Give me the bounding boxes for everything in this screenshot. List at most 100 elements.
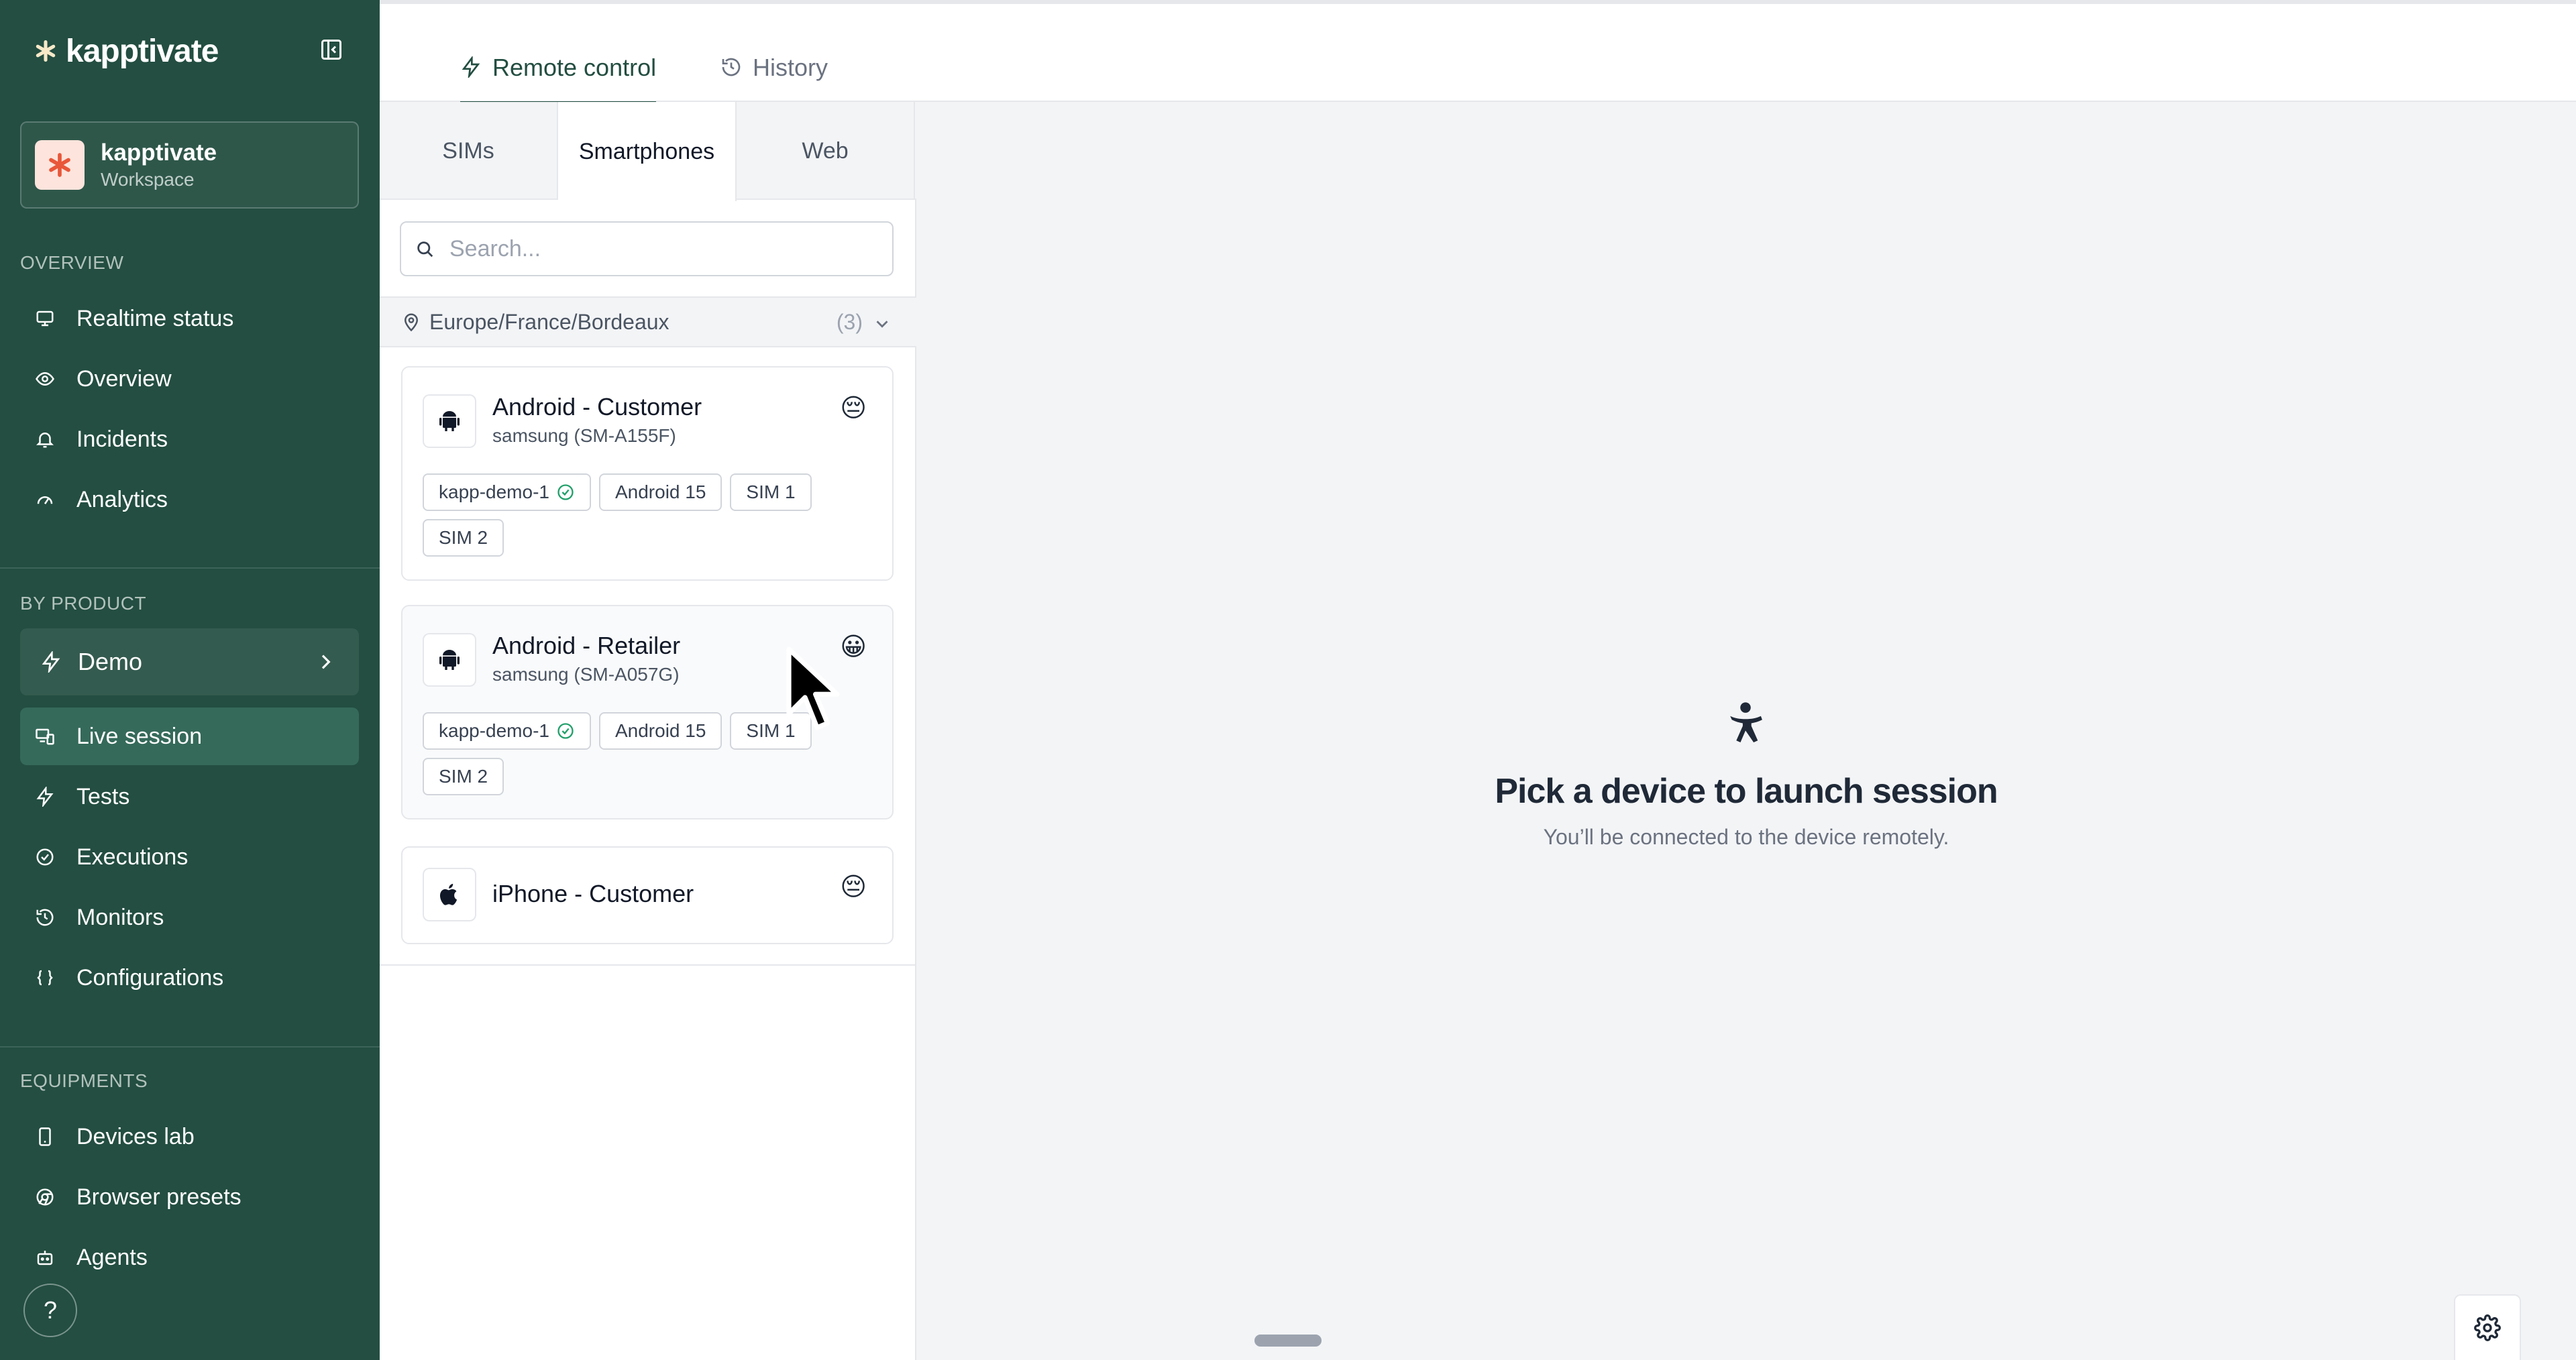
device-tags: kapp-demo-1 Android 15 SIM 1 SIM 2 [423, 712, 839, 795]
tag-agent: kapp-demo-1 [423, 712, 591, 750]
sidebar-item-label: Overview [76, 365, 172, 392]
bolt-icon [42, 651, 60, 673]
tag-sim: SIM 2 [423, 519, 504, 557]
section-label-by-product: BY PRODUCT [20, 593, 147, 614]
tag-os-version: Android 15 [598, 712, 722, 750]
asterisk-logo-icon [36, 40, 56, 62]
sidebar-item-analytics[interactable]: Analytics [20, 471, 359, 528]
workspace-switcher[interactable]: kapptivate Workspace [20, 121, 359, 209]
tag-agent: kapp-demo-1 [423, 473, 591, 511]
collapse-sidebar-button[interactable] [318, 36, 345, 63]
device-status-emoji: 😔 [840, 394, 867, 422]
sidebar-item-realtime-status[interactable]: Realtime status [20, 290, 359, 347]
check-circle-icon [36, 848, 54, 866]
sidebar-item-label: Browser presets [76, 1184, 241, 1210]
workspace-logo-icon [49, 153, 70, 177]
accessibility-person-icon [1730, 702, 1762, 743]
braces-icon [37, 970, 53, 986]
workspace-avatar [35, 140, 85, 190]
eye-icon [36, 372, 54, 386]
device-name: Android - Retailer [492, 632, 681, 659]
bell-icon [36, 433, 54, 448]
tag-sim: SIM 1 [730, 473, 812, 511]
chevron-down-icon [876, 321, 888, 328]
device-os-badge [423, 633, 476, 687]
sidebar: kapptivate kapptivate Workspace OVERVIEW… [0, 0, 380, 1360]
product-selector[interactable]: Demo [20, 628, 359, 695]
device-os-badge [423, 394, 476, 448]
device-status-emoji: 😔 [840, 873, 867, 901]
section-label-equipments: EQUIPMENTS [20, 1070, 148, 1091]
sidebar-item-agents[interactable]: Agents [20, 1229, 359, 1286]
sidebar-item-label: Realtime status [76, 305, 234, 331]
history-icon [722, 58, 741, 76]
sidebar-item-label: Live session [76, 723, 203, 749]
tab-remote-control[interactable]: Remote control [460, 51, 657, 105]
device-name: Android - Customer [492, 393, 702, 420]
sidebar-divider [0, 1046, 380, 1047]
gauge-icon [37, 496, 53, 504]
subtab-sims[interactable]: SIMs [380, 102, 558, 200]
gear-icon [2474, 1314, 2501, 1341]
top-tab-bar: Remote control History [380, 0, 2576, 105]
mouse-cursor-icon [786, 646, 840, 730]
sidebar-item-label: Devices lab [76, 1123, 195, 1149]
section-label-overview: OVERVIEW [20, 252, 124, 273]
location-path: Europe/France/Bordeaux [429, 309, 669, 334]
app-logo[interactable]: kapptivate [34, 32, 219, 70]
subtab-smartphones[interactable]: Smartphones [558, 102, 737, 201]
sidebar-item-devices-lab[interactable]: Devices lab [20, 1108, 359, 1166]
workspace-type: Workspace [101, 169, 195, 190]
logo-text: kapptivate [66, 33, 219, 69]
sidebar-item-label: Tests [76, 783, 130, 809]
empty-state-title: Pick a device to launch session [1495, 772, 1998, 811]
phone-icon [39, 1127, 51, 1146]
empty-state-subtitle: You’ll be connected to the device remote… [1543, 825, 1949, 849]
check-circle-icon [557, 484, 574, 500]
sidebar-item-executions[interactable]: Executions [20, 828, 359, 886]
sidebar-item-label: Agents [76, 1244, 148, 1270]
device-status-emoji: 😀 [840, 633, 867, 661]
chrome-icon [36, 1188, 54, 1206]
location-group-header[interactable]: Europe/France/Bordeaux (3) [380, 296, 916, 347]
monitor-icon [36, 310, 54, 327]
device-tags: kapp-demo-1 Android 15 SIM 1 SIM 2 [423, 473, 839, 557]
device-name: iPhone - Customer [492, 880, 694, 907]
session-area: Pick a device to launch session You’ll b… [916, 102, 2576, 1360]
devices-icon [36, 728, 54, 745]
sidebar-item-incidents[interactable]: Incidents [20, 410, 359, 468]
tag-sim: SIM 2 [423, 758, 504, 795]
resize-handle[interactable] [1254, 1335, 1322, 1347]
help-button[interactable]: ? [23, 1284, 77, 1337]
sidebar-item-configurations[interactable]: Configurations [20, 949, 359, 1007]
sidebar-item-label: Executions [76, 844, 189, 870]
workspace-name: kapptivate [101, 139, 217, 166]
subtab-web[interactable]: Web [737, 102, 915, 200]
tag-os-version: Android 15 [598, 473, 722, 511]
device-card-android-customer[interactable]: Android - Customer samsung (SM-A155F) 😔 … [401, 366, 894, 581]
device-model: samsung (SM-A155F) [492, 425, 676, 446]
sidebar-item-overview[interactable]: Overview [20, 350, 359, 408]
tab-label: History [753, 54, 828, 81]
sidebar-item-label: Monitors [76, 904, 164, 930]
device-search[interactable] [400, 221, 894, 276]
bolt-icon [462, 56, 480, 78]
sidebar-item-live-session[interactable]: Live session [20, 707, 359, 765]
sidebar-divider [0, 567, 380, 569]
sidebar-collapse-icon [321, 40, 341, 60]
search-input[interactable] [449, 235, 865, 262]
sidebar-item-browser-presets[interactable]: Browser presets [20, 1168, 359, 1226]
sidebar-item-monitors[interactable]: Monitors [20, 889, 359, 946]
location-device-count: (3) [836, 309, 863, 334]
tab-history[interactable]: History [720, 51, 828, 105]
sidebar-item-label: Analytics [76, 486, 168, 512]
bot-icon [37, 1251, 53, 1265]
android-icon [439, 411, 460, 431]
product-selector-label: Demo [78, 648, 143, 675]
device-card-iphone-customer[interactable]: iPhone - Customer 😔 [401, 846, 894, 944]
apple-icon [439, 883, 458, 905]
chevron-right-icon [321, 655, 331, 669]
settings-button[interactable] [2454, 1294, 2521, 1360]
sidebar-item-label: Configurations [76, 964, 224, 990]
sidebar-item-tests[interactable]: Tests [20, 768, 359, 826]
